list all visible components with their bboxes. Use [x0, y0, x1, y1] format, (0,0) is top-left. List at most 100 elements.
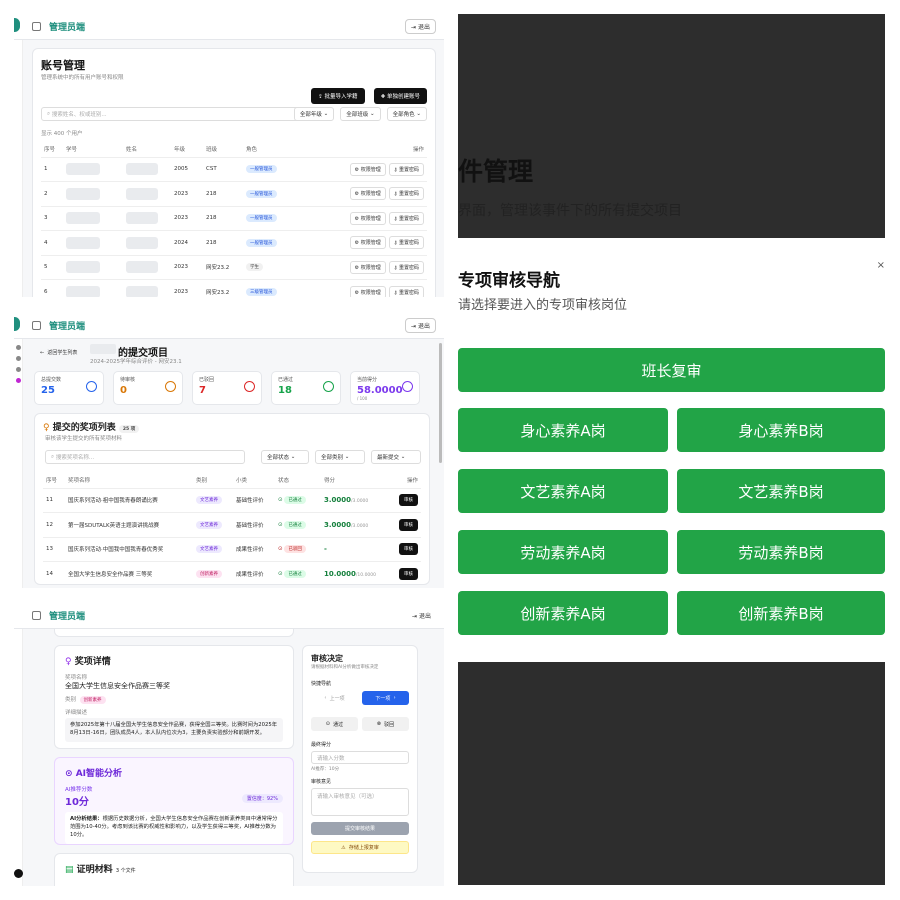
reject-button[interactable]: ⊗ 驳回: [362, 717, 409, 731]
submission-panel: 管理员端 ⇥ 退出 ← 返回学生列表 的提交项目 2024-2025学年综合评价…: [14, 313, 444, 588]
next-button[interactable]: 下一项 ›: [362, 691, 409, 705]
name-placeholder: [126, 187, 158, 200]
review-post-button[interactable]: 文艺素养A岗: [458, 469, 668, 513]
review-post-button[interactable]: 劳动素养B岗: [677, 530, 885, 574]
review-button[interactable]: 审核: [399, 568, 418, 580]
comment-textarea[interactable]: 请输入审核意见（可选）: [311, 788, 409, 816]
back-link[interactable]: ← 返回学生列表: [40, 349, 77, 356]
table-row: 12 第一届SDUTALK英语主题演讲挑战赛 文艺素养 基础性评价 ⊙ 已通过 3.000…: [43, 512, 421, 537]
close-icon[interactable]: ×: [877, 260, 885, 271]
reset-password-button[interactable]: ⚷ 重置密码: [388, 236, 424, 250]
reset-password-label: 重置密码: [398, 289, 419, 296]
award-search-input[interactable]: ⌕ 搜索奖项名称...: [45, 450, 245, 464]
review-button[interactable]: 审核: [399, 518, 418, 531]
stat-extra: / 100: [357, 396, 368, 401]
review-post-button[interactable]: 创新素养A岗: [458, 591, 668, 635]
nav-modal: 专项审核导航 请选择要进入的专项审核岗位 × 班长复审 身心素养A岗 身心素养B岗…: [458, 238, 885, 662]
row-no: 3: [41, 205, 63, 231]
review-button[interactable]: 审核: [399, 543, 418, 556]
permission-button[interactable]: ⚙ 权限管理: [349, 162, 386, 176]
submit-review-button[interactable]: 提交审核结果: [311, 822, 409, 835]
sidebar-toggle-icon[interactable]: [32, 22, 41, 31]
reset-password-button[interactable]: ⚷ 重置密码: [388, 187, 424, 201]
award-name-value: 全国大学生信息安全作品赛三等奖: [65, 682, 170, 690]
table-row: 5 2023 网安23.2 学生 ⚙ 权限管理 ⚷ 重置密码: [41, 254, 427, 280]
reset-password-button[interactable]: ⚷ 重置密码: [388, 260, 424, 274]
create-account-label: 单独创建账号: [386, 94, 420, 100]
permission-label: 权限管理: [360, 289, 381, 296]
pass-button[interactable]: ⊙ 通过: [311, 717, 358, 731]
col-no: 序号: [44, 146, 56, 153]
review-navigation-panel: 件管理 界面，管理该事件下的所有提交项目 专项审核导航 请选择要进入的专项审核岗…: [458, 14, 885, 885]
nav-dot-icon[interactable]: [16, 367, 21, 372]
reject-label: 驳回: [384, 721, 395, 728]
escalate-button[interactable]: ⚠ 存储上报复审: [311, 841, 409, 854]
score-input[interactable]: 请输入分数: [311, 751, 409, 764]
review-post-button[interactable]: 文艺素养B岗: [677, 469, 885, 513]
sidebar-toggle-icon[interactable]: [32, 321, 41, 330]
award-icon: ♀: [65, 657, 72, 667]
brand-title: 管理员端: [49, 612, 86, 622]
score-placeholder: 请输入分数: [317, 755, 345, 762]
scrollbar[interactable]: [439, 343, 442, 463]
account-management-panel: 管理员端 ⇥ 退出 账号管理 管理系统中的所有用户账号和权限 ⇪ 批量导入学籍 …: [14, 14, 444, 297]
class-filter-label: 全部班级: [346, 112, 369, 118]
permission-button[interactable]: ⚙ 权限管理: [349, 236, 386, 250]
review-post-button[interactable]: 身心素养A岗: [458, 408, 668, 452]
review-post-button[interactable]: 劳动素养A岗: [458, 530, 668, 574]
ai-hint: AI推荐：10分: [311, 767, 340, 772]
role-filter[interactable]: 全部角色 ⌄: [386, 107, 427, 121]
row-no: 14: [43, 561, 65, 586]
row-no: 4: [41, 230, 63, 255]
row-score-max: /10.0000: [355, 573, 377, 578]
table-row: 14 全国大学生信息安全作品赛 三等奖 创新素养 成果性评价 ⊙ 已通过 10.0000/…: [43, 561, 421, 586]
ai-result-box: AI分析结果：根据历史数据分析，全国大学生信息安全作品赛在创新素养类目中通常得分…: [65, 812, 283, 844]
stat-card: 总提交数 25: [34, 371, 104, 405]
logout-button[interactable]: ⇥ 退出: [405, 318, 436, 333]
logout-button[interactable]: ⇥ 退出: [407, 609, 436, 622]
student-id-placeholder: [66, 212, 100, 225]
class-filter[interactable]: 全部班级 ⌄: [340, 107, 381, 121]
status-badge: 已通过: [284, 570, 306, 578]
col-award-name: 奖项名称: [68, 477, 91, 484]
nav-dot-icon[interactable]: [16, 345, 21, 350]
permission-button[interactable]: ⚙ 权限管理: [349, 260, 386, 274]
stat-card: 当前得分 58.0000/ 100: [350, 371, 420, 405]
prev-button[interactable]: ‹ 上一项: [311, 691, 358, 705]
category-badge: 文艺素养: [196, 520, 222, 529]
stat-icon: [323, 381, 334, 392]
category-filter[interactable]: 全部类别 ⌄: [315, 450, 365, 464]
col-name: 姓名: [126, 146, 138, 153]
nav-dot-icon[interactable]: [16, 378, 21, 383]
nav-dot-icon[interactable]: [16, 356, 21, 361]
permission-button[interactable]: ⚙ 权限管理: [349, 285, 386, 297]
monitor-review-button[interactable]: 班长复审: [458, 348, 885, 392]
table-row: 4 2024 218 一般管理员 ⚙ 权限管理 ⚷ 重置密码: [41, 230, 427, 255]
user-avatar[interactable]: [14, 869, 23, 878]
logout-button[interactable]: ⇥ 退出: [405, 19, 436, 34]
quick-nav-label: 快捷导航: [311, 681, 332, 687]
decision-title: 审核决定: [311, 654, 343, 663]
col-actions: 操作: [412, 146, 424, 153]
status-filter-label: 全部状态: [267, 455, 290, 461]
reset-password-button[interactable]: ⚷ 重置密码: [388, 211, 424, 225]
batch-import-button[interactable]: ⇪ 批量导入学籍: [311, 88, 365, 104]
row-class: CST: [203, 156, 243, 182]
stat-icon: [244, 381, 255, 392]
search-input[interactable]: ⌕ 搜索姓名、权或班别...: [41, 107, 307, 121]
sidebar-toggle-icon[interactable]: [32, 611, 41, 620]
sort-select[interactable]: 最新提交 ⌄: [371, 450, 421, 464]
comment-placeholder: 请输入审核意见（可选）: [317, 794, 378, 800]
review-post-button[interactable]: 身心素养B岗: [677, 408, 885, 452]
review-button[interactable]: 审核: [399, 494, 418, 507]
reset-password-button[interactable]: ⚷ 重置密码: [388, 162, 424, 176]
review-post-button[interactable]: 创新素养B岗: [677, 591, 885, 635]
col-subcategory: 小类: [236, 477, 248, 484]
reset-password-button[interactable]: ⚷ 重置密码: [388, 285, 424, 297]
permission-button[interactable]: ⚙ 权限管理: [349, 211, 386, 225]
search-placeholder: 搜索姓名、权或班别...: [51, 112, 107, 118]
create-account-button[interactable]: ✚ 单独创建账号: [373, 88, 427, 104]
permission-button[interactable]: ⚙ 权限管理: [349, 187, 386, 201]
grade-filter[interactable]: 全部年级 ⌄: [293, 107, 335, 121]
status-filter[interactable]: 全部状态 ⌄: [261, 450, 309, 464]
